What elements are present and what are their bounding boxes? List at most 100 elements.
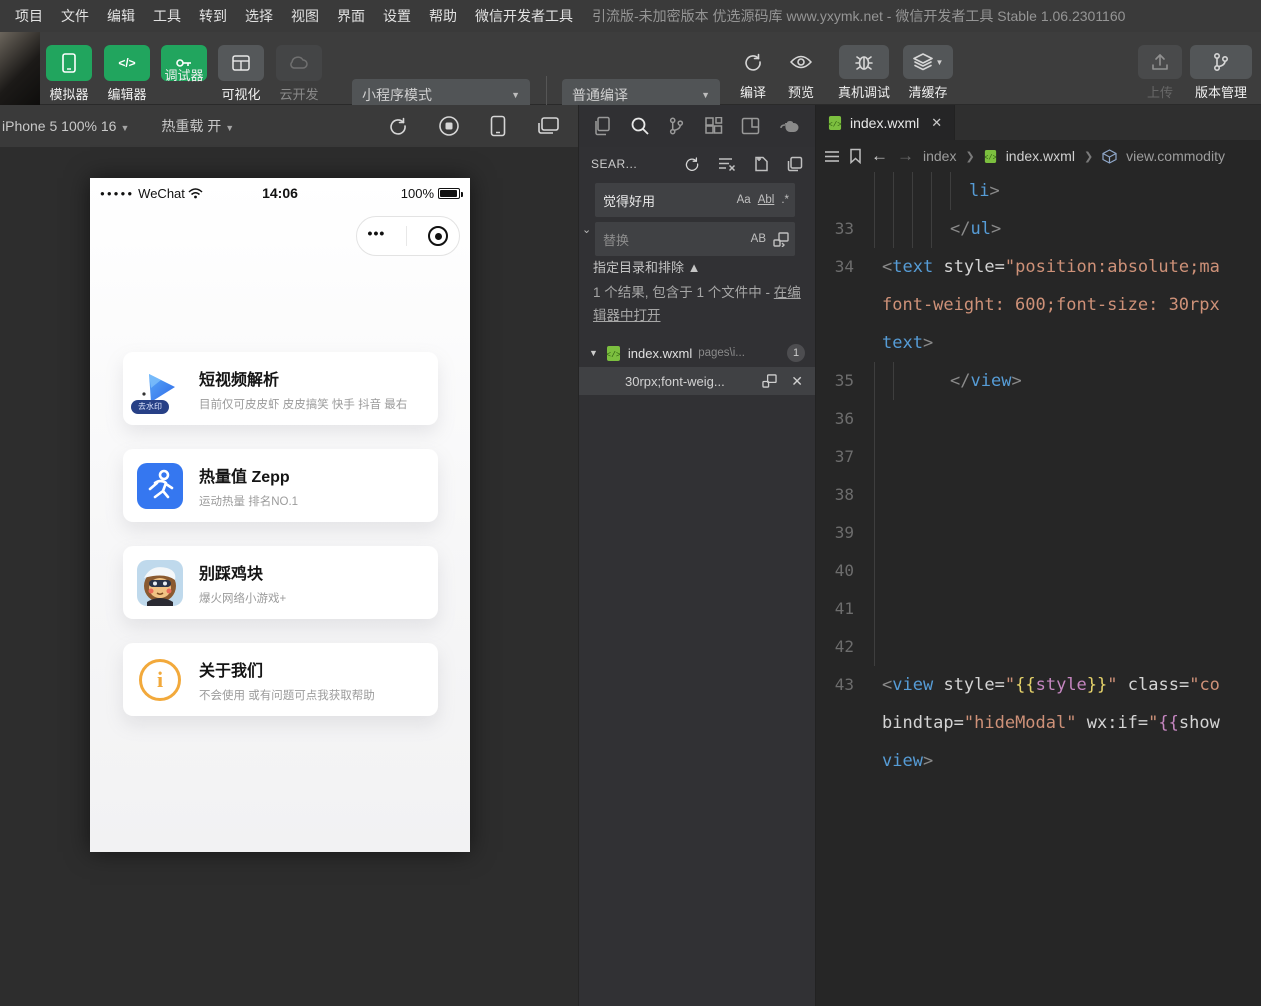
search-icon[interactable] <box>630 116 650 136</box>
dirs-exclude-toggle[interactable]: 指定目录和排除 ▲ <box>593 257 700 276</box>
rotate-device-icon[interactable] <box>490 115 506 137</box>
code-line-43[interactable]: 43<view style="{{style}}" class="co <box>816 666 1261 704</box>
editor-panel: </> index.wxml ✕ ← → index ❯ </> index.w… <box>815 105 1261 1006</box>
source-control-icon[interactable] <box>668 116 685 136</box>
result-match-row[interactable]: 30rpx;font-weig... ✕ <box>579 367 815 395</box>
close-miniprogram-icon[interactable] <box>428 226 448 246</box>
editor-toggle[interactable]: </> 编辑器 <box>104 45 150 103</box>
tab-index-wxml[interactable]: </> index.wxml ✕ <box>816 105 955 140</box>
line-number: 38 <box>816 476 874 514</box>
feature-card-0[interactable]: 去水印短视频解析目前仅可皮皮虾 皮皮搞笑 快手 抖音 最右 <box>123 352 438 425</box>
close-tab-icon[interactable]: ✕ <box>931 115 942 131</box>
clear-cache-button[interactable]: ▼ 清缓存 <box>903 45 953 101</box>
chevron-down-icon: ▼ <box>936 58 944 67</box>
toggle-replace-icon[interactable]: ⌄ <box>582 223 591 236</box>
extensions-icon[interactable] <box>704 117 723 136</box>
restart-icon[interactable] <box>388 116 408 136</box>
theme-teapot-icon[interactable] <box>779 118 801 134</box>
menu-item-5[interactable]: 选择 <box>236 0 282 32</box>
outline-icon[interactable] <box>824 150 840 163</box>
menu-item-8[interactable]: 设置 <box>374 0 420 32</box>
breadcrumb-index[interactable]: index <box>923 148 956 164</box>
compile-button[interactable]: 编译 <box>731 45 775 101</box>
replace-match-icon[interactable] <box>762 374 777 388</box>
line-number: 41 <box>816 590 874 628</box>
code-line-wrap[interactable]: bindtap="hideModal" wx:if="{{show <box>816 704 1261 742</box>
bookmark-icon[interactable] <box>849 148 862 164</box>
wxml-file-icon: </> <box>984 149 997 164</box>
code-line-wrap[interactable]: li> <box>816 172 1261 210</box>
wechat-devtools-window: 项目文件编辑工具转到选择视图界面设置帮助微信开发者工具 引流版-未加密版本 优选… <box>0 0 1261 1006</box>
replace-input[interactable]: 替换 AB <box>595 222 795 256</box>
new-search-editor-icon[interactable] <box>754 156 769 172</box>
feature-card-2[interactable]: 别踩鸡块爆火网络小游戏+ <box>123 546 438 619</box>
stop-record-icon[interactable] <box>438 115 460 137</box>
forward-icon[interactable]: → <box>897 146 914 166</box>
code-line-35[interactable]: 35</view> <box>816 362 1261 400</box>
debugger-toggle[interactable]: 调试器 <box>161 45 207 84</box>
preserve-case-icon[interactable]: AB <box>751 233 766 245</box>
code-line-wrap[interactable]: view> <box>816 742 1261 780</box>
preview-button[interactable]: 预览 <box>779 45 823 101</box>
panel-layout-icon[interactable] <box>741 117 760 135</box>
code-line-38[interactable]: 38 <box>816 476 1261 514</box>
device-select[interactable]: iPhone 5 100% 16▼ <box>0 118 129 134</box>
user-avatar[interactable] <box>0 32 40 105</box>
miniprogram-capsule[interactable]: ••• <box>356 216 460 256</box>
result-file-row[interactable]: ▼ </> index.wxml pages\i... 1 <box>579 339 815 367</box>
feature-card-1[interactable]: 热量值 Zepp运动热量 排名NO.1 <box>123 449 438 522</box>
card-title: 别踩鸡块 <box>199 560 286 584</box>
replace-all-icon[interactable] <box>773 232 789 247</box>
code-line-42[interactable]: 42 <box>816 628 1261 666</box>
menu-item-3[interactable]: 工具 <box>144 0 190 32</box>
menu-item-2[interactable]: 编辑 <box>98 0 144 32</box>
menu-item-1[interactable]: 文件 <box>52 0 98 32</box>
menu-item-10[interactable]: 微信开发者工具 <box>466 0 582 32</box>
multi-window-icon[interactable] <box>536 116 560 136</box>
menu-item-0[interactable]: 项目 <box>6 0 52 32</box>
explorer-icon[interactable] <box>593 116 611 136</box>
feature-card-3[interactable]: i关于我们不会使用 或有问题可点我获取帮助 <box>123 643 438 716</box>
search-input[interactable]: 觉得好用 Aa Abl .* <box>595 183 795 217</box>
code-line-36[interactable]: 36 <box>816 400 1261 438</box>
collapse-all-icon[interactable] <box>787 156 803 172</box>
whole-word-icon[interactable]: Abl <box>758 194 775 206</box>
visualization-toggle[interactable]: 可视化 <box>218 45 264 103</box>
code-line-41[interactable]: 41 <box>816 590 1261 628</box>
code-line-39[interactable]: 39 <box>816 514 1261 552</box>
refresh-search-icon[interactable] <box>684 156 700 172</box>
breadcrumb-file[interactable]: index.wxml <box>1006 148 1075 164</box>
menu-item-7[interactable]: 界面 <box>328 0 374 32</box>
cloud-dev-toggle[interactable]: 云开发 <box>276 45 322 103</box>
code-line-34[interactable]: 34<text style="position:absolute;ma <box>816 248 1261 286</box>
code-line-33[interactable]: 33</ul> <box>816 210 1261 248</box>
menu-item-6[interactable]: 视图 <box>282 0 328 32</box>
git-branch-icon <box>1212 52 1230 72</box>
code-line-wrap[interactable]: text> <box>816 324 1261 362</box>
clear-results-icon[interactable] <box>718 157 736 171</box>
code-line-wrap[interactable]: font-weight: 600;font-size: 30rpx <box>816 286 1261 324</box>
card-title: 关于我们 <box>199 657 375 681</box>
menu-item-9[interactable]: 帮助 <box>420 0 466 32</box>
code-editor[interactable]: li>33</ul>34<text style="position:absolu… <box>816 172 1261 895</box>
dismiss-match-icon[interactable]: ✕ <box>791 373 803 390</box>
code-line-40[interactable]: 40 <box>816 552 1261 590</box>
match-case-icon[interactable]: Aa <box>737 194 751 206</box>
more-menu-icon[interactable]: ••• <box>368 225 386 247</box>
simulator-toggle[interactable]: 模拟器 <box>46 45 92 103</box>
version-control-button[interactable]: 版本管理 <box>1190 45 1252 101</box>
back-icon[interactable]: ← <box>871 146 888 166</box>
upload-button[interactable]: 上传 <box>1138 45 1182 101</box>
cloud-icon <box>289 56 309 70</box>
hot-reload-toggle[interactable]: 热重载 开▼ <box>161 116 234 136</box>
clock-label: 14:06 <box>262 185 298 201</box>
layout-icon <box>232 55 250 71</box>
regex-icon[interactable]: .* <box>781 194 789 206</box>
info-icon: i <box>137 657 183 703</box>
device-debug-button[interactable]: 真机调试 <box>838 45 890 101</box>
breadcrumb-node[interactable]: view.commodity <box>1126 148 1225 164</box>
code-line-37[interactable]: 37 <box>816 438 1261 476</box>
simulator-panel: iPhone 5 100% 16▼ 热重载 开▼ ●●●●● WeChat 14… <box>0 105 578 1006</box>
menu-item-4[interactable]: 转到 <box>190 0 236 32</box>
line-number <box>816 324 874 362</box>
